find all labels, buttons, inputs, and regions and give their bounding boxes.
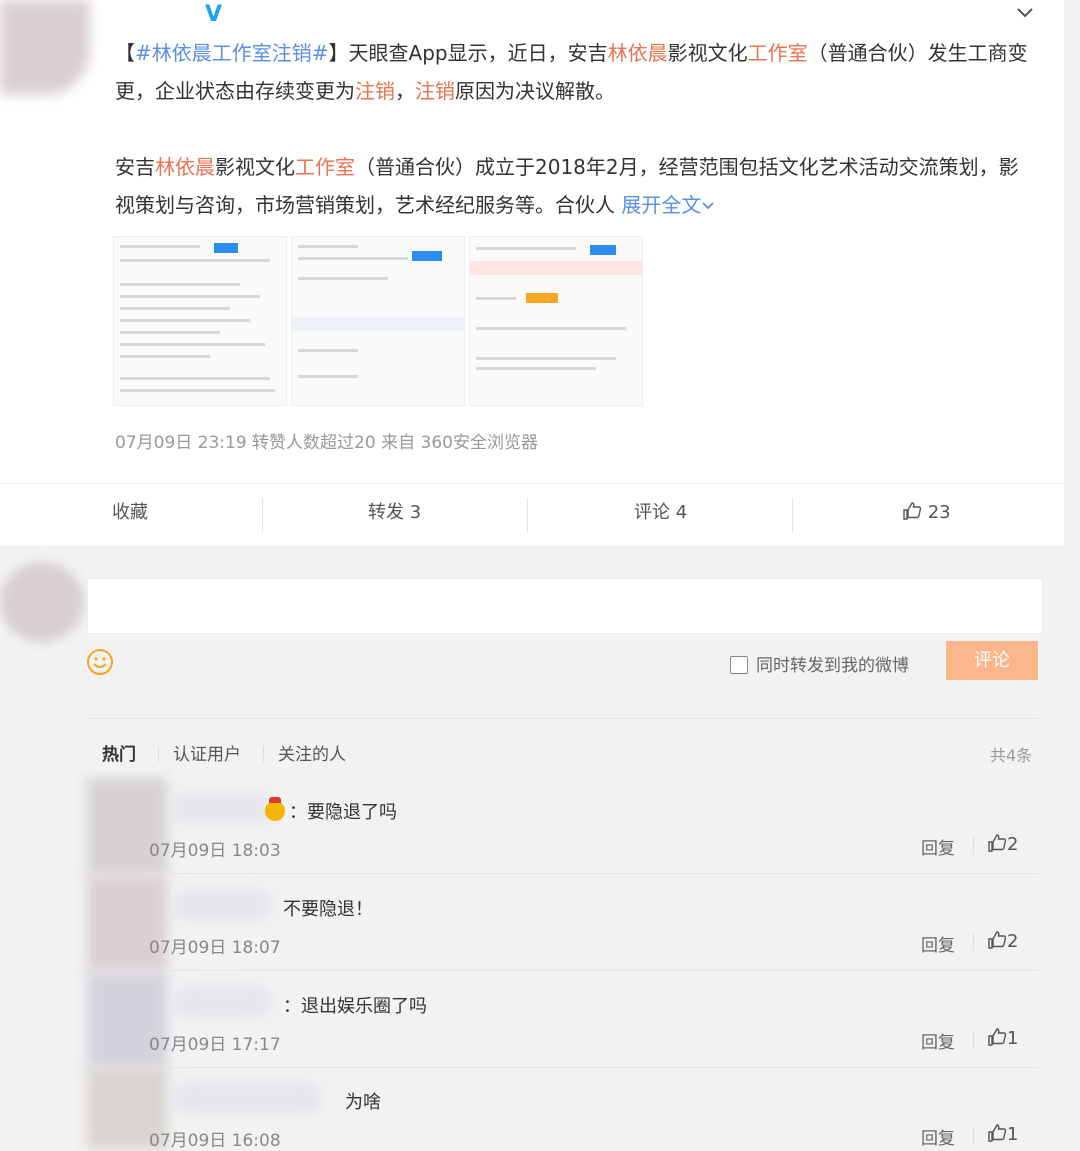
highlight-keyword: 林依晨 xyxy=(155,155,215,179)
comment-time: 07月09日 16:08 xyxy=(149,1131,281,1151)
comment-text: 为啥 xyxy=(345,1092,381,1113)
comment-button[interactable]: 评论 4 xyxy=(634,484,687,546)
comment-like-button[interactable]: 1 xyxy=(987,1027,1018,1049)
attached-screenshots xyxy=(113,236,643,406)
comment-like-button[interactable]: 2 xyxy=(987,833,1018,855)
emoji-icon[interactable] xyxy=(86,648,114,676)
checkbox-box[interactable] xyxy=(730,656,748,674)
commenter-name[interactable] xyxy=(172,792,272,824)
tab-hot[interactable]: 热门 xyxy=(102,745,136,765)
comment-text: 不要隐退！ xyxy=(283,899,373,920)
comment-text: ：退出娱乐圈了吗 xyxy=(283,996,427,1017)
verified-icon: V xyxy=(205,2,223,27)
like-button[interactable]: 23 xyxy=(902,484,951,546)
reply-button[interactable]: 回复 xyxy=(921,1028,955,1053)
commenter-name[interactable] xyxy=(172,1082,322,1114)
repost-button[interactable]: 转发 3 xyxy=(368,484,421,546)
post-paragraph-1: 【#林依晨工作室注销#】天眼查App显示，近日，安吉林依晨影视文化工作室（普通合… xyxy=(115,41,1028,103)
action-bar: 收藏 转发 3 评论 4 23 xyxy=(0,483,1064,546)
reply-button[interactable]: 回复 xyxy=(921,1124,955,1149)
thumbs-up-icon xyxy=(988,834,1007,852)
expand-full-text-link[interactable]: 展开全文 xyxy=(621,193,715,217)
tab-following[interactable]: 关注的人 xyxy=(278,745,346,765)
screenshot-thumbnail[interactable] xyxy=(113,236,287,406)
thumbs-up-icon xyxy=(988,1124,1007,1142)
comment-time: 07月09日 18:07 xyxy=(149,938,281,958)
highlight-keyword: 林依晨 xyxy=(607,41,668,65)
like-count: 23 xyxy=(927,502,951,523)
current-user-avatar xyxy=(0,562,84,642)
post-body: 【#林依晨工作室注销#】天眼查App显示，近日，安吉林依晨影视文化工作室（普通合… xyxy=(115,34,1035,224)
comment-count: 共4条 xyxy=(990,746,1033,765)
post-paragraph-2: 安吉林依晨影视文化工作室（普通合伙）成立于2018年2月，经营范围包括文化艺术活… xyxy=(115,155,1019,217)
topic-link[interactable]: #林依晨工作室注销# xyxy=(135,41,329,65)
author-avatar[interactable] xyxy=(0,0,90,95)
comment-text: ：要隐退了吗 xyxy=(265,797,397,824)
chevron-down-icon[interactable] xyxy=(1012,0,1038,26)
comment-item: 不要隐退！ 07月09日 18:07 回复 2 xyxy=(87,875,1039,971)
screenshot-thumbnail[interactable] xyxy=(469,236,643,406)
highlight-keyword: 工作室 xyxy=(747,41,808,65)
chevron-down-icon xyxy=(702,202,714,210)
tab-verified-users[interactable]: 认证用户 xyxy=(173,745,241,765)
comment-like-button[interactable]: 1 xyxy=(987,1123,1018,1145)
highlight-keyword: 注销 xyxy=(415,79,455,103)
divider xyxy=(87,718,1039,719)
comment-item: ：要隐退了吗 07月09日 18:03 回复 2 xyxy=(87,778,1039,874)
comment-like-button[interactable]: 2 xyxy=(987,930,1018,952)
repost-to-my-weibo-checkbox[interactable]: 同时转发到我的微博 xyxy=(730,651,909,676)
comment-input[interactable] xyxy=(87,578,1043,634)
screenshot-thumbnail[interactable] xyxy=(291,236,465,406)
commenter-name[interactable] xyxy=(172,889,272,921)
comment-time: 07月09日 18:03 xyxy=(149,841,281,861)
highlight-keyword: 注销 xyxy=(355,79,395,103)
commenter-name[interactable] xyxy=(172,986,272,1018)
reply-button[interactable]: 回复 xyxy=(921,931,955,956)
highlight-keyword: 工作室 xyxy=(295,155,355,179)
post-meta: 07月09日 23:19 转赞人数超过20 来自 360安全浏览器 xyxy=(115,433,538,453)
thumbs-up-icon xyxy=(903,502,922,520)
emoji-icon xyxy=(265,797,285,821)
comment-item: ：退出娱乐圈了吗 07月09日 17:17 回复 1 xyxy=(87,972,1039,1068)
comment-time: 07月09日 17:17 xyxy=(149,1035,281,1055)
thumbs-up-icon xyxy=(988,1028,1007,1046)
reply-button[interactable]: 回复 xyxy=(921,834,955,859)
favorite-button[interactable]: 收藏 xyxy=(112,484,148,546)
thumbs-up-icon xyxy=(988,931,1007,949)
comment-item: 为啥 07月09日 16:08 回复 1 xyxy=(87,1068,1039,1151)
comment-filter-tabs: 热门 认证用户 关注的人 xyxy=(102,740,368,765)
submit-comment-button[interactable]: 评论 xyxy=(946,641,1038,680)
weibo-post-card: V 【#林依晨工作室注销#】天眼查App显示，近日，安吉林依晨影视文化工作室（普… xyxy=(0,0,1064,546)
